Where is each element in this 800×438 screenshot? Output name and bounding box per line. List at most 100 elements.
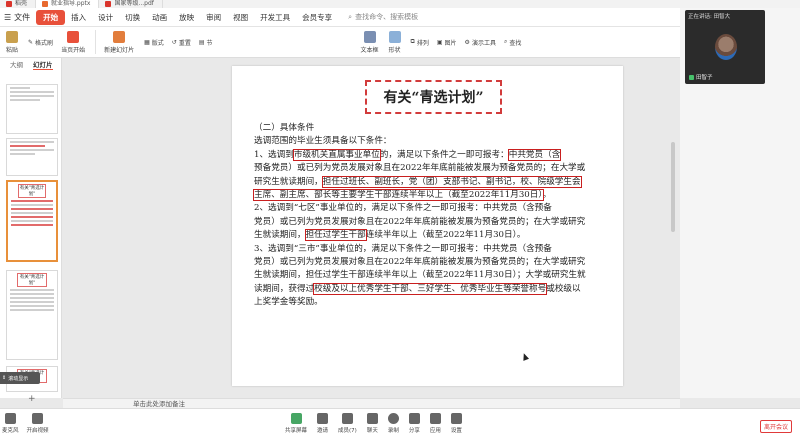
app-logo-icon [6,0,12,7]
participant-name-label: 田智子 [689,73,713,81]
tab-pdf[interactable]: 国家等级...pdf [99,0,163,8]
new-slide-button[interactable]: 新建幻灯片 [104,30,134,54]
speaking-indicator: 正在讲话: 田智大 [688,14,731,20]
paste-button[interactable]: 粘贴 [6,30,18,54]
slide-text-line: 党员）或已列为党员发展对象且在2022年年底前能被发展为预备党员的；在大学或研究 [254,256,614,269]
picture-button[interactable]: ▣ 图片 [437,38,457,47]
thumb-line-red [11,216,53,218]
slide-thumbnail-3-selected[interactable]: 有关"青选计划" [6,180,58,262]
thumb-line [10,153,35,155]
notes-pane[interactable]: 单击此处添加备注 [63,398,680,408]
thumb-line [10,297,54,299]
share-icon [408,413,420,424]
text-segment: 2、选调到“七区”事业单位的，满足以下条件之一即可报考：中共党员（含预备 [254,203,552,214]
menu-developer[interactable]: 开发工具 [254,12,296,23]
chat-button[interactable]: 聊天 [366,413,378,434]
ppt-file-icon [42,0,49,7]
invite-icon [317,413,329,424]
section-button[interactable]: ▤ 节 [199,38,213,47]
command-search[interactable]: ⌕ 查找命令、搜索模板 [348,12,418,22]
slide-text-line: 研究生就读期间，担任过班长、副班长，党（团）支部书记、副书记，校、院级学生会 [254,175,614,189]
menu-home[interactable]: 开始 [36,9,66,25]
slide-thumbnail-2[interactable] [6,138,58,176]
tab-pptx[interactable]: 就业指导.pptx [36,0,100,8]
slide-text-line: 读期间，获得过校级及以上优秀学生干部、三好学生、优秀毕业生等荣誉称号或校级以 [254,282,614,296]
members-icon [341,413,353,424]
slide-text-line: 2、选调到“七区”事业单位的，满足以下条件之一即可报考：中共党员（含预备 [254,202,614,215]
scrollbar-thumb[interactable] [671,142,675,232]
play-from-current-button[interactable]: 当页开始 [61,30,85,54]
slide-text-line: 主席、副主席、部长等主要学生干部连续半年以上（截至2022年11月30日）。 [253,189,614,202]
format-painter-button[interactable]: ✎ 格式刷 [28,38,53,47]
menu-review[interactable]: 审阅 [200,12,227,23]
menu-member[interactable]: 会员专享 [296,12,338,23]
menu-view[interactable]: 视图 [227,12,254,23]
slide-editor[interactable]: 有关“青选计划” （二）具体条件 选调范围的毕业生须具备以下条件： 1、选调到市… [232,66,623,386]
slide-text-line: 1、选调到市级机关直属事业单位的，满足以下条件之一即可报考：中共党员（含 [254,148,614,162]
participant-video-tile[interactable]: 正在讲话: 田智大 田智子 [685,10,765,84]
arrange-button[interactable]: ⧉ 排列 [411,38,429,47]
participant-avatar [715,34,737,60]
thumb-line [10,305,54,307]
invite-button[interactable]: 邀请 [317,413,328,434]
slide-thumbnail-1[interactable] [6,84,58,134]
slide-title[interactable]: 有关“青选计划” [365,80,502,114]
layout-button[interactable]: ▦ 版式 [144,38,164,47]
shape-button[interactable]: 形状 [388,30,401,54]
slide-thumbnail-4[interactable]: 有关"青选计划" [6,270,58,360]
menu-transition[interactable]: 切换 [119,12,146,23]
share-screen-button[interactable]: 共享屏幕 [285,413,307,434]
ribbon-toolbar: 粘贴 ✎ 格式刷 当页开始 新建幻灯片 ▦ 版式 ↺ 重置 ▤ 节 文本框 形状 ⧉ 排列… [0,27,680,58]
members-button[interactable]: 成员(7) [338,413,357,434]
tab-daoke[interactable]: 稻壳 [0,0,37,8]
thumb-line [11,204,53,206]
text-segment: 上奖学金等奖励。 [254,297,323,308]
scroll-icon: ⇕ [2,375,7,381]
text-segment: 生就读期间， [254,230,306,241]
pane-tabs: 大纲 幻灯片 [0,58,61,70]
arrange-icon: ⧉ [410,38,415,45]
slide-text-line: 上奖学金等奖励。 [254,296,614,309]
highlighted-text-box: 主席、副主席、部长等主要学生干部连续半年以上（截至2022年11月30日） [253,189,544,202]
text-segment: 党员）或已列为党员发展对象且在2022年年底前能被发展为预备党员的；在大学或研究 [254,257,586,268]
thumb-line [10,99,40,101]
record-button[interactable]: 录制 [387,413,399,434]
vertical-scrollbar[interactable] [670,62,676,392]
brush-icon: ✎ [28,38,34,46]
start-video-button[interactable]: 开启视频 [27,413,49,434]
thumb-line [10,301,54,303]
menu-design[interactable]: 设计 [92,12,119,23]
thumb-line-red [11,200,53,202]
thumb-title: 有关"青选计划" [17,273,47,287]
settings-button[interactable]: 设置 [450,413,462,434]
text-segment: 的，满足以下条件之一即可报考： [379,149,509,160]
find-button[interactable]: ⌕ 查找 [504,38,521,47]
slide-body-text[interactable]: （二）具体条件 选调范围的毕业生须具备以下条件： 1、选调到市级机关直属事业单位… [253,122,614,310]
microphone-button[interactable]: 麦克风 [2,413,19,434]
thumb-line [11,220,53,222]
tab-outline[interactable]: 大纲 [10,59,23,69]
leave-meeting-button[interactable]: 离开会议 [760,420,793,433]
share-screen-icon [290,413,302,424]
textbox-button[interactable]: 文本框 [361,30,379,54]
chat-icon [366,413,378,424]
share-button[interactable]: 分享 [408,413,420,434]
scroll-display-button[interactable]: ⇕ 滚动显示 [0,372,40,384]
menu-animation[interactable]: 动画 [146,12,173,23]
find-icon: ⌕ [503,38,508,45]
text-segment: 1、选调到 [254,149,294,160]
thumb-line-red [10,145,45,147]
text-segment: 党员）或已列为党员发展对象且在2022年年底前能被发展为预备党员的；在大学或研究 [254,216,586,227]
apps-button[interactable]: 应用 [429,413,441,434]
presentation-tools-button[interactable]: ⚙ 演示工具 [465,38,496,47]
thumb-line-red [11,224,53,226]
file-menu[interactable]: ☰ 文件 [4,12,30,23]
plus-icon[interactable]: + [28,394,36,404]
menu-insert[interactable]: 插入 [65,12,92,23]
tab-slides[interactable]: 幻灯片 [33,59,53,70]
text-segment: （二）具体条件 [254,123,315,133]
reset-button[interactable]: ↺ 重置 [172,38,191,47]
menu-slideshow[interactable]: 放映 [173,12,200,23]
mic-active-icon [689,74,694,80]
reset-icon: ↺ [171,38,177,46]
